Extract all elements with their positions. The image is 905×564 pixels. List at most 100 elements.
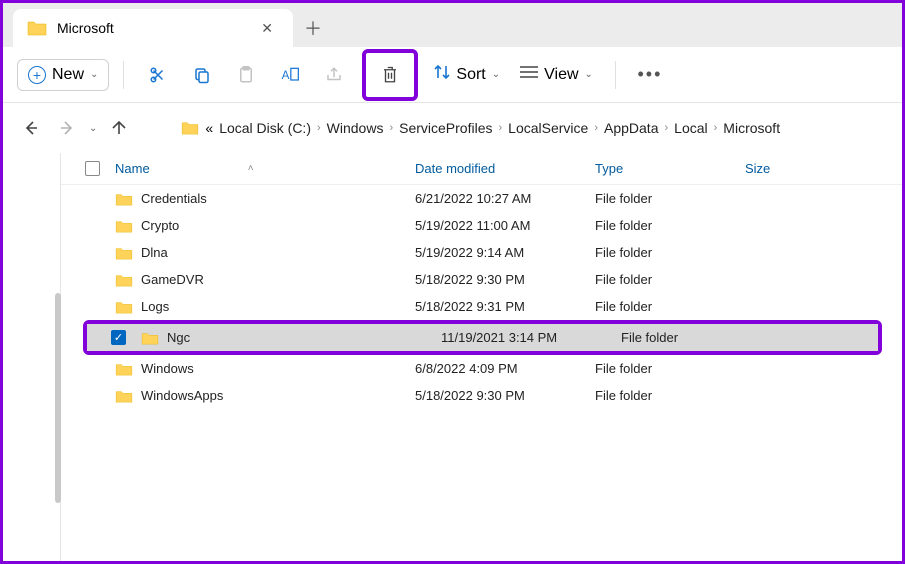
folder-icon <box>115 300 133 314</box>
plus-circle-icon: + <box>28 66 46 84</box>
table-row[interactable]: Crypto 5/19/2022 11:00 AMFile folder <box>61 212 902 239</box>
ellipsis-icon: ••• <box>637 64 662 85</box>
separator <box>123 61 124 89</box>
breadcrumb-item[interactable]: ServiceProfiles <box>399 120 492 136</box>
selected-row-highlight: ✓ Ngc 11/19/2021 3:14 PMFile folder <box>83 320 882 355</box>
share-icon <box>325 66 343 84</box>
chevron-down-icon: ⌄ <box>492 69 500 80</box>
nav-bar: ⌄ « Local Disk (C:) › Windows › ServicePro… <box>3 103 902 153</box>
delete-highlight <box>362 49 418 101</box>
view-icon <box>520 65 538 84</box>
table-row[interactable]: Dlna5/19/2022 9:14 AMFile folder <box>61 239 902 266</box>
table-row[interactable]: Windows 6/8/2022 4:09 PMFile folder <box>61 355 902 382</box>
delete-button[interactable] <box>366 53 414 97</box>
view-label: View <box>544 66 578 84</box>
rename-icon: A <box>280 66 300 84</box>
recent-dropdown[interactable]: ⌄ <box>89 123 97 134</box>
file-name: WindowsApps <box>141 388 223 403</box>
table-row[interactable]: Logs 5/18/2022 9:31 PMFile folder <box>61 293 902 320</box>
file-name: GameDVR <box>141 272 204 287</box>
up-button[interactable] <box>105 114 133 142</box>
breadcrumb-overflow[interactable]: « <box>205 120 213 136</box>
column-headers[interactable]: Name˄ Date modified Type Size <box>61 153 902 185</box>
file-name: Crypto <box>141 218 179 233</box>
paste-button[interactable] <box>226 55 266 95</box>
table-row[interactable]: WindowsApps 5/18/2022 9:30 PMFile folder <box>61 382 902 409</box>
file-type: File folder <box>595 299 745 314</box>
column-name[interactable]: Name˄ <box>115 161 415 176</box>
navigation-pane[interactable] <box>3 153 61 561</box>
arrow-up-icon <box>111 120 127 136</box>
breadcrumb-item[interactable]: LocalService <box>508 120 588 136</box>
separator <box>615 61 616 89</box>
row-checkbox[interactable]: ✓ <box>111 330 126 345</box>
new-button[interactable]: + New ⌄ <box>17 59 109 91</box>
view-button[interactable]: View ⌄ <box>512 59 601 90</box>
file-list: Credentials6/21/2022 10:27 AMFile folder… <box>61 185 902 409</box>
breadcrumb-item[interactable]: Microsoft <box>723 120 780 136</box>
table-row[interactable]: Credentials6/21/2022 10:27 AMFile folder <box>61 185 902 212</box>
clipboard-icon <box>237 66 255 84</box>
copy-icon <box>193 66 211 84</box>
breadcrumb-item[interactable]: AppData <box>604 120 658 136</box>
file-name: Logs <box>141 299 169 314</box>
forward-button[interactable] <box>53 114 81 142</box>
sort-button[interactable]: Sort ⌄ <box>426 58 508 91</box>
folder-icon <box>115 389 133 403</box>
tab-microsoft[interactable]: Microsoft ✕ <box>13 9 293 47</box>
file-type: File folder <box>621 330 771 345</box>
chevron-right-icon: › <box>594 122 598 134</box>
file-date: 5/18/2022 9:31 PM <box>415 299 595 314</box>
close-icon[interactable]: ✕ <box>255 16 279 41</box>
more-button[interactable]: ••• <box>630 55 670 95</box>
chevron-right-icon: › <box>664 122 668 134</box>
file-date: 6/8/2022 4:09 PM <box>415 361 595 376</box>
chevron-right-icon: › <box>317 122 321 134</box>
table-row[interactable]: ✓ Ngc 11/19/2021 3:14 PMFile folder <box>87 324 878 351</box>
breadcrumb-item[interactable]: Windows <box>327 120 384 136</box>
file-type: File folder <box>595 218 745 233</box>
arrow-right-icon <box>59 120 75 136</box>
folder-icon <box>141 331 159 345</box>
chevron-right-icon: › <box>389 122 393 134</box>
tab-bar: Microsoft ✕ ＋ <box>3 3 902 47</box>
copy-button[interactable] <box>182 55 222 95</box>
folder-icon <box>115 273 133 287</box>
folder-icon <box>27 20 47 36</box>
file-type: File folder <box>595 388 745 403</box>
arrow-left-icon <box>23 120 39 136</box>
share-button[interactable] <box>314 55 354 95</box>
folder-icon <box>181 121 199 135</box>
file-pane: Name˄ Date modified Type Size Credential… <box>61 153 902 561</box>
folder-icon <box>115 362 133 376</box>
file-name: Ngc <box>167 330 190 345</box>
cut-button[interactable] <box>138 55 178 95</box>
trash-icon <box>381 65 399 85</box>
breadcrumb[interactable]: « Local Disk (C:) › Windows › ServiceProfi… <box>181 120 780 136</box>
rename-button[interactable]: A <box>270 55 310 95</box>
file-name: Windows <box>141 361 194 376</box>
file-date: 11/19/2021 3:14 PM <box>441 330 621 345</box>
chevron-right-icon: › <box>499 122 503 134</box>
column-date[interactable]: Date modified <box>415 161 595 176</box>
sort-icon <box>434 64 450 85</box>
svg-text:A: A <box>282 69 290 82</box>
select-all-checkbox[interactable] <box>85 161 100 176</box>
breadcrumb-item[interactable]: Local Disk (C:) <box>219 120 311 136</box>
column-type[interactable]: Type <box>595 161 745 176</box>
file-type: File folder <box>595 245 745 260</box>
file-type: File folder <box>595 361 745 376</box>
file-type: File folder <box>595 191 745 206</box>
breadcrumb-item[interactable]: Local <box>674 120 707 136</box>
file-date: 5/19/2022 11:00 AM <box>415 218 595 233</box>
back-button[interactable] <box>17 114 45 142</box>
column-size[interactable]: Size <box>745 161 902 176</box>
table-row[interactable]: GameDVR5/18/2022 9:30 PMFile folder <box>61 266 902 293</box>
scrollbar[interactable] <box>55 293 61 503</box>
file-date: 5/18/2022 9:30 PM <box>415 388 595 403</box>
file-date: 6/21/2022 10:27 AM <box>415 191 595 206</box>
chevron-down-icon: ⌄ <box>585 69 593 80</box>
file-date: 5/19/2022 9:14 AM <box>415 245 595 260</box>
new-tab-button[interactable]: ＋ <box>293 9 333 47</box>
folder-icon <box>115 246 133 260</box>
